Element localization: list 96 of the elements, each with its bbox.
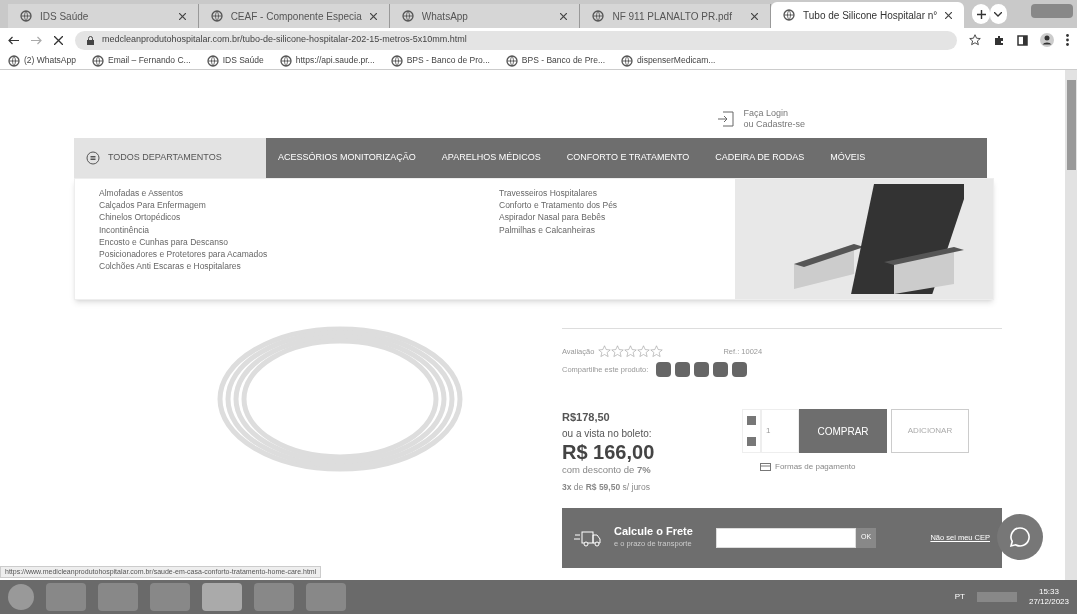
bookmark-item[interactable]: IDS Saúde <box>206 54 264 67</box>
register-link[interactable]: ou Cadastre-se <box>743 119 805 130</box>
bookmark-item[interactable]: https://api.saude.pr... <box>279 54 375 67</box>
dropdown-item[interactable]: Posicionadores e Protetores para Acamados <box>99 248 499 261</box>
browser-tab[interactable]: IDS Saúde <box>8 4 199 28</box>
all-departments-button[interactable]: TODOS DEPARTAMENTOS <box>74 138 266 178</box>
share-icon[interactable] <box>675 362 691 377</box>
stop-button[interactable] <box>54 35 63 45</box>
tab-favicon-icon <box>401 10 414 22</box>
tab-list-button[interactable] <box>989 4 1008 24</box>
dropdown-item[interactable]: Travesseiros Hospitalares <box>499 187 735 200</box>
bookmark-item[interactable]: (2) WhatsApp <box>8 54 76 67</box>
bookmark-favicon-icon <box>505 54 518 67</box>
address-bar[interactable]: medcleanprodutohospitalar.com.br/tubo-de-silicone-hospitalar-202-15-metros-5x10mm.html <box>75 30 957 50</box>
tab-favicon-icon <box>592 10 605 22</box>
boleto-label: ou a vista no boleto: <box>562 426 653 441</box>
discount-text: com desconto de 7% <box>562 462 652 477</box>
buy-button[interactable]: COMPRAR <box>799 409 887 453</box>
nav-item[interactable]: MÓVEIS <box>830 151 866 165</box>
dropdown-item[interactable]: Almofadas e Assentos <box>99 187 499 200</box>
menu-icon[interactable] <box>1066 34 1069 46</box>
dropdown-item[interactable]: Palmilhas e Calcanheiras <box>499 223 735 236</box>
browser-tab[interactable]: NF 911 PLANALTO PR.pdf <box>580 4 772 28</box>
bookmark-favicon-icon <box>91 54 104 67</box>
browser-tab[interactable]: Tubo de Silicone Hospitalar n° <box>771 2 965 28</box>
back-button[interactable] <box>8 35 19 45</box>
clock-date: 27/12/2023 <box>1028 597 1069 607</box>
dropdown-item[interactable]: Conforto e Tratamento dos Pés <box>499 199 735 212</box>
scrollbar[interactable] <box>1065 70 1077 580</box>
clock-time: 15:33 <box>1038 587 1059 597</box>
chat-bubble-icon <box>1008 525 1032 549</box>
lock-icon <box>87 35 94 45</box>
installments-text: 3x de R$ 59,50 s/ juros <box>562 480 651 494</box>
nav-item[interactable]: CONFORTO E TRATAMENTO <box>566 151 690 165</box>
whatsapp-button[interactable] <box>997 514 1043 560</box>
tab-title: IDS Saúde <box>40 9 90 24</box>
close-icon[interactable] <box>751 12 759 20</box>
nav-item[interactable]: APARELHOS MÉDICOS <box>441 151 541 165</box>
dropdown-item[interactable]: Colchões Anti Escaras e Hospitalares <box>99 260 499 273</box>
bookmark-item[interactable]: Email – Fernando C... <box>91 54 191 67</box>
cep-field[interactable] <box>716 527 856 548</box>
tab-favicon-icon <box>783 9 796 21</box>
dropdown-item[interactable]: Encosto e Cunhas para Descanso <box>99 235 499 248</box>
browser-tab[interactable]: WhatsApp <box>389 4 581 28</box>
share-icon[interactable] <box>732 362 748 377</box>
new-tab-button[interactable] <box>972 4 990 24</box>
share-icon[interactable] <box>694 362 710 377</box>
star-icon <box>650 345 664 358</box>
nav-item[interactable]: CADEIRA DE RODAS <box>715 151 805 165</box>
payment-methods-link[interactable]: Formas de pagamento <box>775 461 856 473</box>
plus-icon <box>976 9 986 19</box>
language-indicator[interactable]: PT <box>954 591 965 603</box>
close-icon[interactable] <box>945 11 953 19</box>
tab-title: WhatsApp <box>421 9 469 24</box>
menu-icon <box>86 151 100 165</box>
login-link[interactable]: Faça Login <box>743 108 805 119</box>
nav-item[interactable]: ACESSÓRIOS MONITORIZAÇÃO <box>278 151 416 165</box>
star-icon <box>624 345 638 358</box>
bookmark-favicon-icon <box>206 54 219 67</box>
side-panel-icon[interactable] <box>1017 34 1028 46</box>
star-icon <box>611 345 625 358</box>
tab-title: Tubo de Silicone Hospitalar n° <box>803 8 938 23</box>
bookmark-item[interactable]: BPS - Banco de Pro... <box>390 54 490 67</box>
tab-favicon-icon <box>210 10 223 22</box>
tab-favicon-icon <box>20 10 32 22</box>
share-icon[interactable] <box>713 362 729 377</box>
dropdown-item[interactable]: Calçados Para Enfermagem <box>99 199 499 212</box>
bookmark-favicon-icon <box>390 54 403 67</box>
puzzle-icon[interactable] <box>993 34 1005 46</box>
profile-icon[interactable] <box>1040 33 1054 47</box>
browser-tab[interactable]: CEAF - Componente Especia <box>198 4 390 28</box>
bookmark-item[interactable]: dispenserMedicam... <box>621 54 716 67</box>
star-icon[interactable] <box>969 34 981 46</box>
tab-title: NF 911 PLANALTO PR.pdf <box>612 9 733 24</box>
close-icon[interactable] <box>560 12 568 20</box>
boleto-price: R$ 166,00 <box>562 440 656 463</box>
bookmark-favicon-icon <box>8 54 20 67</box>
star-icon <box>637 345 651 358</box>
card-icon <box>760 463 771 471</box>
bookmark-favicon-icon <box>621 54 633 67</box>
close-icon[interactable] <box>369 12 377 20</box>
bookmark-item[interactable]: BPS - Banco de Pre... <box>505 54 605 67</box>
dropdown-item[interactable]: Aspirador Nasal para Bebês <box>499 211 735 224</box>
bookmark-favicon-icon <box>279 54 292 67</box>
original-price: R$178,50 <box>562 410 611 425</box>
chevron-down-icon <box>994 11 1003 17</box>
share-icon[interactable] <box>656 362 672 377</box>
shipping-title: Calcule o Frete <box>614 525 694 539</box>
login-icon <box>717 111 736 127</box>
url-text: medcleanprodutohospitalar.com.br/tubo-de-silicone-hospitalar-202-15-metros-5x10mm.html <box>102 33 467 47</box>
start-button[interactable] <box>8 584 34 610</box>
dropdown-item[interactable]: Incontinência <box>99 223 499 236</box>
tab-title: CEAF - Componente Especia <box>230 9 362 24</box>
close-icon[interactable] <box>178 12 186 20</box>
dropdown-item[interactable]: Chinelos Ortopédicos <box>99 211 499 224</box>
star-icon <box>598 345 612 358</box>
